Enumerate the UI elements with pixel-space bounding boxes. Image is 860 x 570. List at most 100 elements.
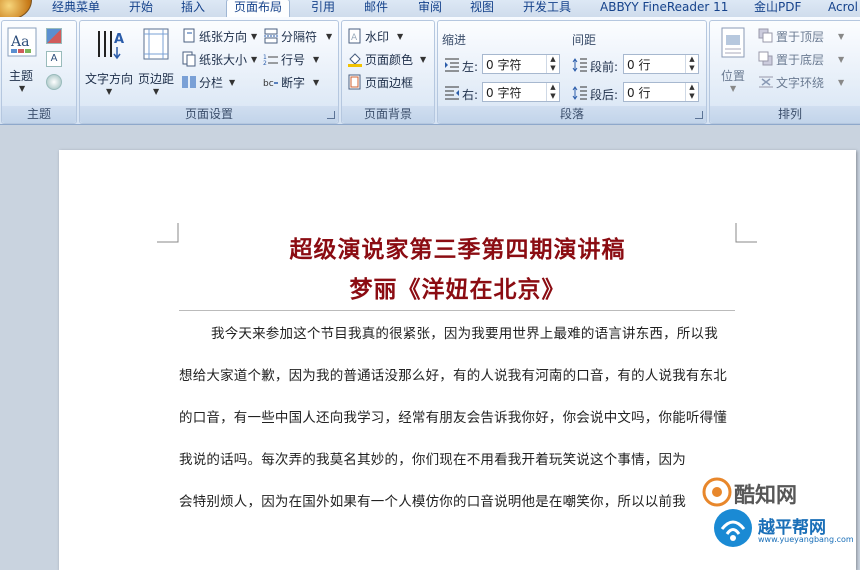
group-label: 页面背景 xyxy=(342,106,434,123)
columns-button[interactable]: 分栏 ▼ xyxy=(181,73,241,91)
position-label: 位置 xyxy=(721,69,746,83)
svg-text:Aa: Aa xyxy=(10,34,29,50)
line-numbers-button[interactable]: 12 行号 ▼ xyxy=(263,50,325,68)
bring-front-icon xyxy=(758,28,773,43)
text-direction-label: 文字方向 xyxy=(85,72,134,86)
spacing-title: 间距 xyxy=(572,33,597,47)
spinner-arrows-icon[interactable]: ▲ ▼ xyxy=(546,83,559,101)
indent-left-label: 左: xyxy=(462,60,479,74)
theme-fonts-button[interactable]: A xyxy=(46,51,62,67)
kuzhi-logo-icon xyxy=(702,477,732,507)
tab-wps-pdf[interactable]: 金山PDF xyxy=(754,0,801,17)
chevron-down-icon: ▼ xyxy=(313,55,320,64)
spacing-before-input[interactable]: 0 行 ▲ ▼ xyxy=(623,54,699,74)
svg-text:A: A xyxy=(114,32,124,47)
size-label: 纸张大小 xyxy=(199,53,248,67)
group-label: 页面设置 xyxy=(80,106,338,123)
tab-abbyy[interactable]: ABBYY FineReader 11 xyxy=(600,0,728,17)
orientation-button[interactable]: 纸张方向 ▼ xyxy=(181,27,261,45)
chevron-down-icon: ▼ xyxy=(19,84,26,93)
spinner-arrows-icon[interactable]: ▲ ▼ xyxy=(685,55,698,73)
spinner-arrows-icon[interactable]: ▲ ▼ xyxy=(546,55,559,73)
body-line: 我说的话吗。每次弄的我莫名其妙的，你们现在不用看我开着玩笑说这个事情，因为 xyxy=(179,452,686,468)
tab-view[interactable]: 视图 xyxy=(470,0,494,17)
group-page-background: A 水印 ▼ 页面颜色 ▼ 页面边框 页面背景 xyxy=(341,20,435,124)
tab-insert[interactable]: 插入 xyxy=(181,0,205,17)
tab-references[interactable]: 引用 xyxy=(311,0,335,17)
ribbon: Aa 主题 ▼ A 主题 A 文字方向 ▼ 页边距 ▼ 纸张方向 ▼ 纸张大小 … xyxy=(0,17,860,125)
line-numbers-icon: 12 xyxy=(263,54,278,67)
chevron-down-icon: ▼ xyxy=(838,55,845,64)
size-button[interactable]: 纸张大小 ▼ xyxy=(181,50,261,68)
chevron-down-icon: ▼ xyxy=(397,32,404,41)
position-icon xyxy=(721,27,745,58)
title-divider xyxy=(179,310,735,311)
margins-label: 页边距 xyxy=(138,72,175,86)
watermark-yueyangbang: 越平帮网 www.yueyangbang.com xyxy=(712,507,860,550)
page-color-button[interactable]: 页面颜色 ▼ xyxy=(347,50,429,68)
position-button[interactable]: 位置 ▼ xyxy=(714,27,754,97)
theme-button-label: 主题 xyxy=(9,69,34,83)
watermark-button[interactable]: A 水印 ▼ xyxy=(347,27,429,45)
theme-effects-button[interactable] xyxy=(46,74,62,90)
svg-text:A: A xyxy=(351,33,358,43)
kuzhi-logo-text: 酷知网 xyxy=(734,483,797,507)
text-wrap-button[interactable]: 文字环绕 ▼ xyxy=(758,73,858,91)
group-label: 段落 xyxy=(438,106,706,123)
spacing-after-label: 段后: xyxy=(590,88,619,102)
send-back-button[interactable]: 置于底层 ▼ xyxy=(758,50,858,68)
theme-button[interactable]: Aa 主题 ▼ xyxy=(6,27,38,93)
chevron-down-icon: ▼ xyxy=(313,78,320,87)
svg-text:bc: bc xyxy=(263,79,274,89)
bring-front-button[interactable]: 置于顶层 ▼ xyxy=(758,27,858,45)
body-line: 的口音，有一些中国人还向我学习，经常有朋友会告诉我你好，你会说中文吗，你能听得懂 xyxy=(179,410,727,426)
chevron-down-icon: ▼ xyxy=(420,55,427,64)
tab-home[interactable]: 开始 xyxy=(129,0,153,17)
tab-classic-menu[interactable]: 经典菜单 xyxy=(52,0,100,17)
page-borders-label: 页面边框 xyxy=(365,76,414,90)
tab-mailings[interactable]: 邮件 xyxy=(364,0,388,17)
theme-colors-button[interactable] xyxy=(46,28,62,44)
chevron-down-icon: ▼ xyxy=(251,55,258,64)
body-line: 我今天来参加这个节目我真的很紧张，因为我要用世界上最难的语言讲东西，所以我 xyxy=(211,326,718,342)
chevron-down-icon: ▼ xyxy=(838,32,845,41)
spacing-before-icon xyxy=(572,58,587,72)
chevron-down-icon: ▼ xyxy=(251,32,258,41)
tab-acrobat[interactable]: Acrol xyxy=(828,0,858,17)
ribbon-tab-strip: 经典菜单 开始 插入 页面布局 引用 邮件 审阅 视图 开发工具 ABBYY F… xyxy=(0,0,860,20)
spacing-before-label: 段前: xyxy=(590,60,619,74)
dialog-launcher-icon[interactable] xyxy=(695,111,703,119)
tab-review[interactable]: 审阅 xyxy=(418,0,442,17)
yyb-logo-url: www.yueyangbang.com xyxy=(758,535,854,544)
send-back-label: 置于底层 xyxy=(776,53,825,67)
text-direction-icon: A xyxy=(98,31,124,60)
hyphenation-button[interactable]: bc 断字 ▼ xyxy=(263,73,325,91)
send-back-icon xyxy=(758,51,773,66)
chevron-down-icon: ▼ xyxy=(730,84,737,93)
spacing-after-icon xyxy=(572,86,587,100)
chevron-down-icon: ▼ xyxy=(326,32,333,41)
dialog-launcher-icon[interactable] xyxy=(327,111,335,119)
spinner-arrows-icon[interactable]: ▲ ▼ xyxy=(685,83,698,101)
indent-right-input[interactable]: 0 字符 ▲ ▼ xyxy=(482,82,560,102)
hyphenation-label: 断字 xyxy=(281,76,306,90)
text-direction-button[interactable]: A 文字方向 ▼ xyxy=(83,25,135,97)
page-borders-button[interactable]: 页面边框 xyxy=(347,73,429,91)
margins-button[interactable]: 页边距 ▼ xyxy=(136,25,176,97)
bring-front-label: 置于顶层 xyxy=(776,30,825,44)
breaks-button[interactable]: 分隔符 ▼ xyxy=(263,27,335,45)
tab-developer[interactable]: 开发工具 xyxy=(523,0,571,17)
indent-right-icon xyxy=(445,86,459,100)
indent-left-input[interactable]: 0 字符 ▲ ▼ xyxy=(482,54,560,74)
spacing-after-value: 0 行 xyxy=(627,86,651,100)
chevron-down-icon: ▼ xyxy=(229,78,236,87)
orientation-label: 纸张方向 xyxy=(199,30,248,44)
indent-left-icon xyxy=(445,58,459,72)
watermark-icon: A xyxy=(348,28,361,44)
indent-right-value: 0 字符 xyxy=(486,86,522,100)
theme-icon: Aa xyxy=(7,27,37,57)
spacing-before-value: 0 行 xyxy=(627,58,651,72)
spacing-after-input[interactable]: 0 行 ▲ ▼ xyxy=(623,82,699,102)
tab-page-layout[interactable]: 页面布局 xyxy=(226,0,291,18)
page-color-label: 页面颜色 xyxy=(365,53,414,67)
